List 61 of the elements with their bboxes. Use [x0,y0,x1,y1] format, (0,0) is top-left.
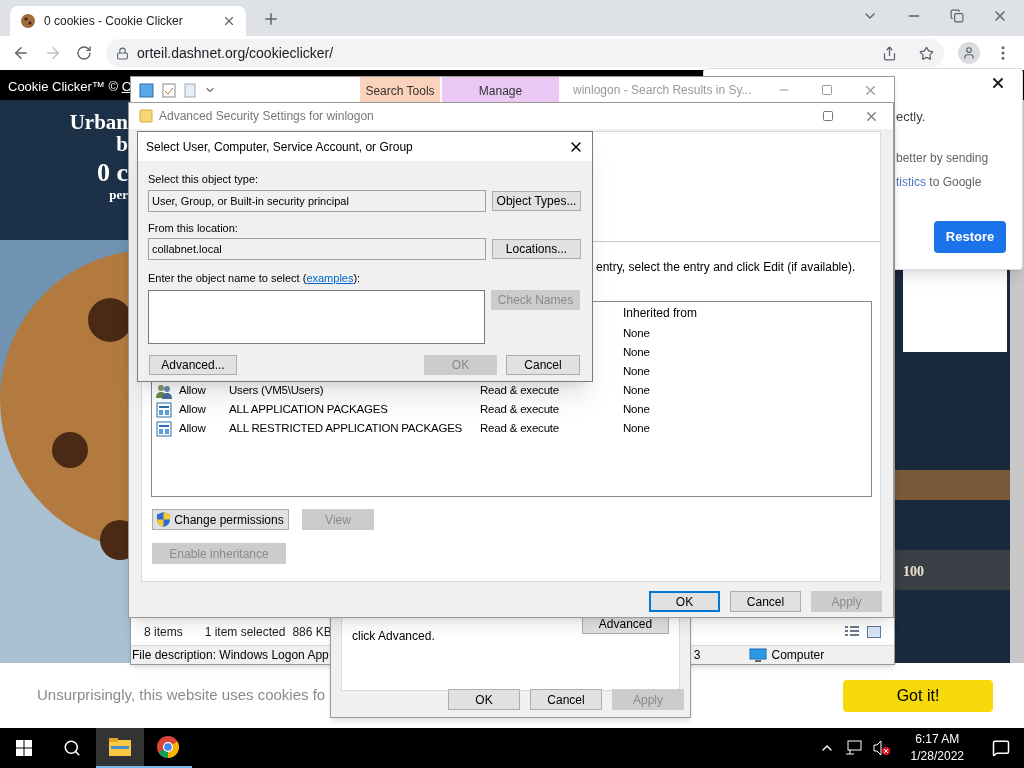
status-text: 3 [693,647,701,664]
cookie-notice-text: Unsurprisingly, this website uses cookies fo [37,685,326,706]
instruction-text: entry, select the entry and click Edit (if available). [596,259,857,276]
clock-time[interactable]: 6:17 AM [915,731,960,748]
advanced-hint: click Advanced. [352,628,435,645]
examples-link[interactable]: examples [306,272,354,284]
building-count: 100 [903,563,924,581]
permission-type: Allow [179,401,207,417]
address-bar[interactable]: orteil.dashnet.org/cookieclicker/ [106,39,944,67]
ribbon-tab[interactable]: Manage [442,77,559,103]
dialog-button[interactable]: OK [649,591,720,612]
column-header[interactable]: Inherited from [623,304,698,322]
access-level: Read & execute [480,382,561,398]
popup-text: ectly. [896,108,927,126]
inherited-from: None [623,363,651,379]
cookie-count: 0 c [96,158,128,188]
principal-name: ALL APPLICATION PACKAGES [229,401,389,417]
dialog-button[interactable]: Cancel [730,591,801,612]
url-text: orteil.dashnet.org/cookieclicker/ [137,43,334,63]
bakery-name: b [116,134,128,154]
access-level: Read & execute [480,401,561,417]
popup-text: tistics to Google [896,173,983,191]
access-level: Read & execute [480,420,561,436]
ribbon-tab[interactable]: Search Tools [360,77,440,103]
selection-info: 1 item selected [204,624,286,641]
location-field: collabnet.local [148,238,486,260]
permission-button[interactable]: Change permissions [152,509,289,530]
got-it-button[interactable]: Got it! [843,679,993,712]
bakery-name: Urban [69,110,128,134]
popup-text: better by sending [896,149,990,167]
window-title: Advanced Security Settings for winlogon [159,108,374,125]
tab-title: 0 cookies - Cookie Clicker [44,13,184,30]
permission-type: Allow [179,382,207,398]
inherited-from: None [623,420,651,436]
principal-name: ALL RESTRICTED APPLICATION PACKAGES [229,420,464,436]
field-label: Enter the object name to select (examples): [148,272,362,285]
inherited-from: None [623,344,651,360]
permission-type: Allow [179,420,207,436]
cancel-button[interactable]: Cancel [506,355,580,375]
field-label: Select this object type: [148,173,260,186]
locations-button[interactable]: Locations... [492,239,581,259]
object-type-field: User, Group, or Built-in security principal [148,190,486,212]
location-label: Computer [771,647,825,664]
statistics-link[interactable]: tistics [896,174,926,189]
item-count: 8 items [144,624,183,641]
object-types-button[interactable]: Object Types... [492,191,581,211]
field-label: From this location: [148,222,239,235]
dialog-button[interactable]: OK [448,689,520,710]
restore-button[interactable]: Restore [934,220,1006,253]
clock-date[interactable]: 1/28/2022 [910,748,964,765]
window-title: winlogon - Search Results in Sy... [573,82,752,99]
file-description: File description: Windows Logon App [132,647,329,664]
principal-name: Users (VM5\Users) [229,382,325,398]
per-second: per [109,188,128,202]
inherited-from: None [623,325,651,341]
dialog-button[interactable]: Cancel [530,689,602,710]
dialog-title: Select User, Computer, Service Account, or Group [146,138,413,156]
inherited-from: None [623,382,651,398]
inherited-from: None [623,401,651,417]
advanced-button[interactable]: Advanced... [149,355,237,375]
browser-tab[interactable]: 0 cookies - Cookie Clicker [10,6,246,36]
